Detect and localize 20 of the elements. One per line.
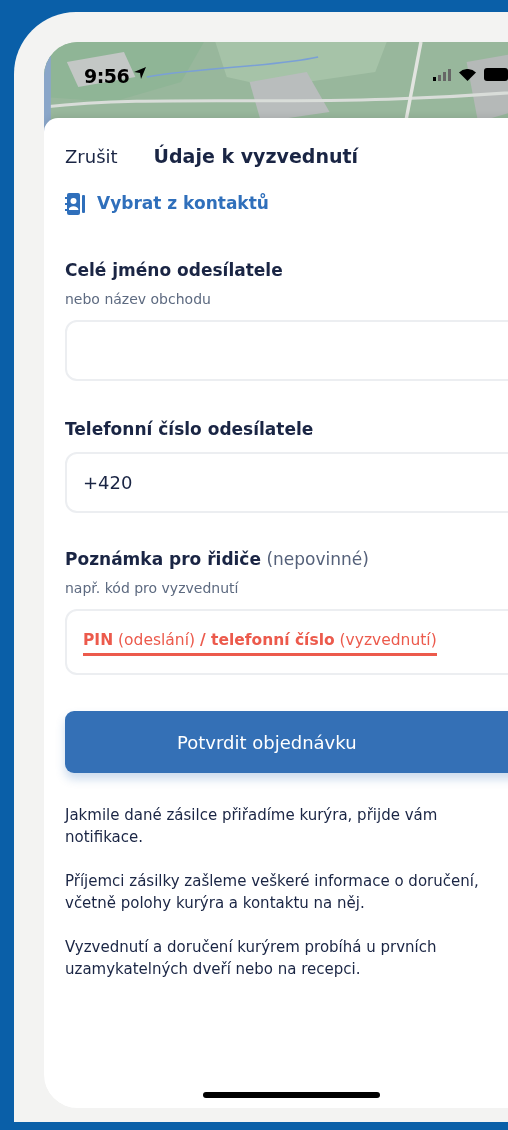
signal-icon [433,69,451,81]
input-field[interactable]: +420 [65,451,508,513]
status-time: 9:56 [84,64,130,89]
battery-icon [484,68,508,81]
info-paragraph: Vyzvednutí a doručení kurýrem probíhá u prvních uzamykatelných dveří nebo na recepci. [65,937,438,981]
cancel-button[interactable]: Zrušit [65,142,118,170]
field-label: Poznámka pro řidiče (nepovinné) [65,547,370,571]
field-hint: nebo název obchodu [65,290,212,310]
field-label: Celé jméno odesílatele [65,258,284,282]
info-paragraph: Příjemci zásilky zašleme veškeré informace o doručení, včetně polohy kurýra a kontaktu na něj. [65,871,480,915]
contact-book-icon [65,192,85,215]
location-arrow-icon [133,66,148,80]
contacts-link[interactable]: Vybrat z kontaktů [65,191,269,217]
wifi-icon [459,69,476,81]
input-field[interactable]: PIN (odeslání) / telefonní číslo (vyzvednutí) [65,609,508,676]
sheet-title: Údaje k vyzvednutí [153,143,359,169]
field-hint: např. kód pro vyzvednutí [65,579,240,599]
info-paragraph: Jakmile dané zásilce přiřadíme kurýra, přijde vám notifikace. [65,805,439,849]
field-label: Telefonní číslo odesílatele [65,418,315,442]
confirm-button[interactable]: Potvrdit objednávku [65,711,508,774]
